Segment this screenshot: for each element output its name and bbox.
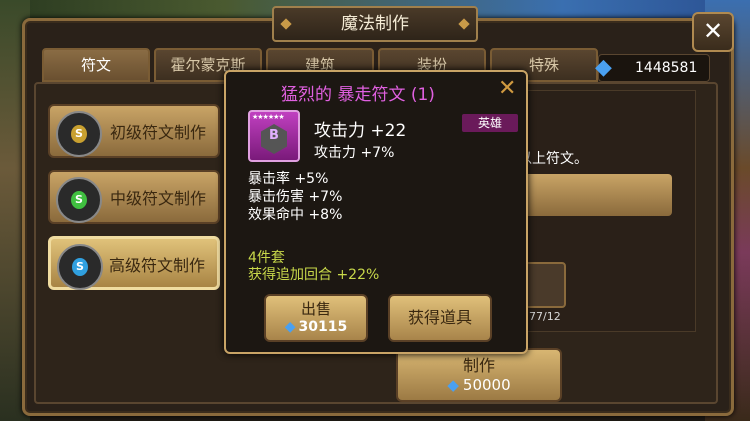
crystal-icon: ◆ — [284, 319, 296, 335]
recipe-mid-grade-rune[interactable]: S 中级符文制作 — [48, 170, 220, 224]
recipe-hint-text: 以上符文。 — [518, 151, 588, 167]
rune-icon: ★★★★★★ B — [248, 110, 300, 162]
title-ornament-left-icon — [280, 18, 292, 30]
craft-label: 制作 — [462, 356, 495, 375]
recipe-high-grade-rune[interactable]: S 高级符文制作 — [48, 236, 220, 290]
rune-name: 猛烈的 暴走符文 (1) — [281, 85, 435, 105]
set-name: 4件套 — [248, 250, 285, 266]
window-title: 魔法制作 — [272, 6, 478, 42]
recipe-low-grade-rune[interactable]: S 初级符文制作 — [48, 104, 220, 158]
rune-prefix-stat: 攻击力 +7% — [314, 145, 395, 161]
tab-runes[interactable]: 符文 — [42, 48, 150, 82]
window-title-text: 魔法制作 — [341, 14, 409, 34]
recipe-label: 高级符文制作 — [108, 256, 205, 275]
popup-close-icon[interactable]: ✕ — [498, 76, 516, 101]
magic-circle-icon: S — [56, 111, 102, 157]
sell-price: 30115 — [298, 319, 348, 335]
magic-circle-icon: S — [57, 244, 103, 290]
set-effect: 获得追加回合 +22% — [248, 267, 380, 283]
recipe-badge: S — [71, 125, 87, 143]
crystal-icon: ◆ — [447, 376, 459, 394]
crystal-icon: ◆ — [595, 55, 612, 80]
rune-detail-popup: 猛烈的 暴走符文 (1) ✕ ★★★★★★ B 攻击力 +22 攻击力 +7% … — [224, 70, 528, 354]
rune-grade-badge: 英雄 — [462, 114, 518, 132]
recipe-badge: S — [71, 191, 87, 209]
close-button[interactable]: ✕ — [692, 12, 734, 52]
substat-crit-rate: 暴击率 +5% — [248, 171, 329, 187]
obtain-item-button[interactable]: 获得道具 — [388, 294, 492, 342]
substat-accuracy: 效果命中 +8% — [248, 207, 343, 223]
rune-main-stat: 攻击力 +22 — [314, 121, 407, 141]
sell-label: 出售 — [300, 300, 331, 318]
magic-circle-icon: S — [56, 177, 102, 223]
crystal-balance: ◆ 1448581 — [595, 54, 710, 82]
close-icon: ✕ — [702, 17, 724, 45]
craft-cost: 50000 — [462, 376, 511, 394]
rune-set-bonus: 4件套 获得追加回合 +22% — [248, 250, 379, 284]
rune-stars: ★★★★★★ — [252, 113, 285, 121]
sell-button[interactable]: 出售 ◆ 30115 — [264, 294, 368, 342]
recipe-label: 初级符文制作 — [109, 123, 206, 142]
substat-crit-damage: 暴击伤害 +7% — [248, 189, 343, 205]
title-ornament-right-icon — [458, 18, 470, 30]
recipe-label: 中级符文制作 — [109, 189, 206, 208]
recipe-badge: S — [72, 258, 88, 276]
crystal-amount: 1448581 — [635, 60, 698, 76]
rune-substats: 暴击率 +5% 暴击伤害 +7% 效果命中 +8% — [248, 170, 342, 224]
craft-button[interactable]: 制作 ◆ 50000 — [396, 348, 562, 402]
recipe-info-bar — [522, 174, 672, 216]
rune-slot-letter: B — [269, 128, 279, 143]
